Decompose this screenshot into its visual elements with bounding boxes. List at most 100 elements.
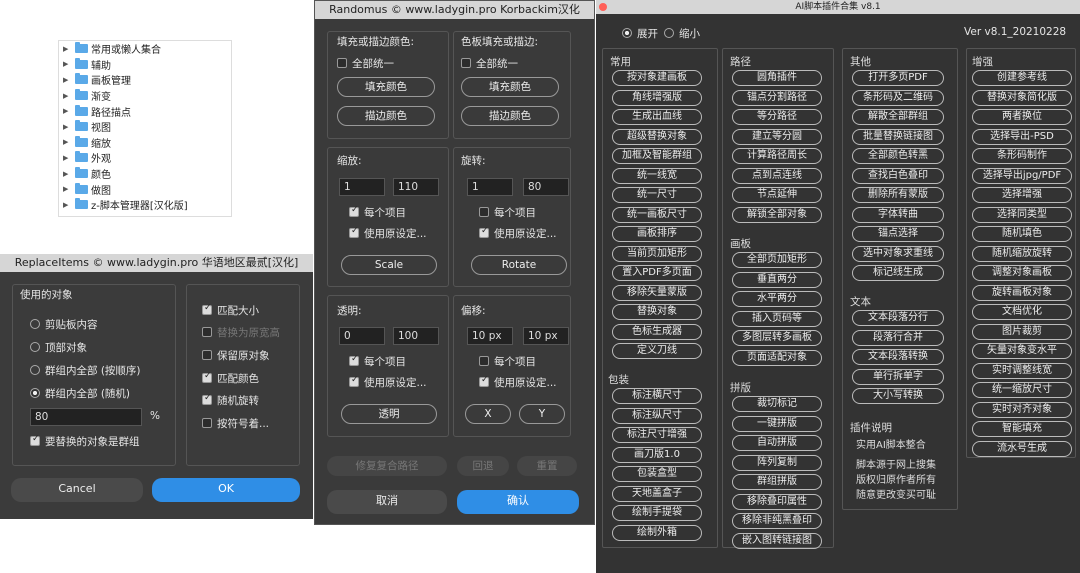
script-button[interactable]: 画刀版1.0 <box>612 446 702 463</box>
script-button[interactable]: 移除非纯黑叠印 <box>732 513 822 529</box>
offset-y-button[interactable]: Y <box>519 404 565 424</box>
script-button[interactable]: 多图层转多画板 <box>732 330 822 346</box>
scale-max-input[interactable]: 110 <box>393 178 439 196</box>
check-random-rotate[interactable]: 随机旋转 <box>202 393 259 408</box>
script-button[interactable]: 调整对象画板 <box>972 265 1072 281</box>
script-button[interactable]: 文本段落转换 <box>852 349 944 365</box>
swatch-stroke-button[interactable]: 描边颜色 <box>461 106 559 126</box>
tree-item[interactable]: ▶ 做图 <box>59 181 231 197</box>
expand-arrow-icon[interactable]: ▶ <box>63 201 73 209</box>
script-button[interactable]: 阵列复制 <box>732 454 822 471</box>
script-button[interactable]: 标注纵尺寸 <box>612 407 702 424</box>
radio-shrink[interactable]: 缩小 <box>664 26 700 41</box>
offset-x-input[interactable]: 10 px <box>467 327 513 345</box>
opacity-max-input[interactable]: 100 <box>393 327 439 345</box>
script-button[interactable]: 实时对齐对象 <box>972 401 1072 418</box>
script-button[interactable]: 统一缩放尺寸 <box>972 382 1072 398</box>
expand-arrow-icon[interactable]: ▶ <box>63 76 73 84</box>
expand-arrow-icon[interactable]: ▶ <box>63 123 73 131</box>
script-button[interactable]: 裁切标记 <box>732 396 822 412</box>
offset-each-checkbox[interactable]: 每个项目 <box>479 354 536 369</box>
swatch-unify-checkbox[interactable]: 全部统一 <box>461 56 518 71</box>
opacity-each-checkbox[interactable]: 每个项目 <box>349 354 406 369</box>
script-button[interactable]: 打开多页PDF <box>852 70 944 86</box>
script-button[interactable]: 角线增强版 <box>612 89 702 106</box>
script-button[interactable]: 选择同类型 <box>972 206 1072 223</box>
expand-arrow-icon[interactable]: ▶ <box>63 154 73 162</box>
rotate-each-checkbox[interactable]: 每个项目 <box>479 205 536 220</box>
tree-item[interactable]: ▶ 外观 <box>59 150 231 166</box>
script-button[interactable]: 替换对象简化版 <box>972 89 1072 106</box>
rotate-min-input[interactable]: 1 <box>467 178 513 196</box>
script-button[interactable]: 替换对象 <box>612 304 702 320</box>
script-button[interactable]: 智能填充 <box>972 421 1072 437</box>
script-button[interactable]: 实时调整线宽 <box>972 362 1072 379</box>
script-button[interactable]: 随机缩放旋转 <box>972 245 1072 262</box>
check-replace-orig-size[interactable]: 替换为原宽高 <box>202 325 280 340</box>
radio-expand[interactable]: 展开 <box>622 26 658 41</box>
offset-orig-checkbox[interactable]: 使用原设定... <box>479 375 557 390</box>
fill-stroke-unify-checkbox[interactable]: 全部统一 <box>337 56 394 71</box>
script-button[interactable]: 锚点分割路径 <box>732 89 822 106</box>
rotate-orig-checkbox[interactable]: 使用原设定... <box>479 226 557 241</box>
opacity-button[interactable]: 透明 <box>341 404 437 424</box>
tree-item[interactable]: ▶ 缩放 <box>59 135 231 151</box>
script-button[interactable]: 置入PDF多页面 <box>612 265 702 281</box>
radio-top-object[interactable]: 顶部对象 <box>30 340 87 355</box>
group-replace-checkbox[interactable]: 要替换的对象是群组 <box>30 434 140 449</box>
script-button[interactable]: 按对象建画板 <box>612 70 702 86</box>
expand-arrow-icon[interactable]: ▶ <box>63 45 73 53</box>
check-match-color[interactable]: 匹配颜色 <box>202 371 259 386</box>
script-button[interactable]: 等分路径 <box>732 109 822 125</box>
opacity-orig-checkbox[interactable]: 使用原设定... <box>349 375 427 390</box>
script-button[interactable]: 色标生成器 <box>612 323 702 340</box>
stroke-color-button[interactable]: 描边颜色 <box>337 106 435 126</box>
script-button[interactable]: 文档优化 <box>972 304 1072 320</box>
reset-button[interactable]: 重置 <box>517 456 577 476</box>
expand-arrow-icon[interactable]: ▶ <box>63 170 73 178</box>
check-match-size[interactable]: 匹配大小 <box>202 303 259 318</box>
script-button[interactable]: 选择增强 <box>972 187 1072 203</box>
ok-button[interactable]: OK <box>152 478 300 502</box>
script-button[interactable]: 定义刀线 <box>612 343 702 359</box>
script-button[interactable]: 标记线生成 <box>852 265 944 281</box>
script-button[interactable]: 选择导出-PSD <box>972 128 1072 145</box>
script-button[interactable]: 文本段落分行 <box>852 310 944 326</box>
script-button[interactable]: 两者换位 <box>972 109 1072 125</box>
tree-item[interactable]: ▶ 视图 <box>59 119 231 135</box>
tree-item[interactable]: ▶ 颜色 <box>59 166 231 182</box>
expand-arrow-icon[interactable]: ▶ <box>63 60 73 68</box>
offset-x-button[interactable]: X <box>465 404 511 424</box>
script-button[interactable]: 垂直两分 <box>732 271 822 288</box>
script-button[interactable]: 大小写转换 <box>852 388 944 404</box>
script-button[interactable]: 群组拼版 <box>732 474 822 490</box>
script-button[interactable]: 插入页码等 <box>732 310 822 327</box>
expand-arrow-icon[interactable]: ▶ <box>63 185 73 193</box>
script-button[interactable]: 锚点选择 <box>852 226 944 242</box>
script-button[interactable]: 标注尺寸增强 <box>612 427 702 443</box>
script-button[interactable]: 点到点连线 <box>732 167 822 184</box>
tree-item[interactable]: ▶ 渐变 <box>59 88 231 104</box>
script-button[interactable]: 选择导出jpg/PDF <box>972 167 1072 184</box>
script-button[interactable]: 计算路径周长 <box>732 148 822 164</box>
script-button[interactable]: 绘制手提袋 <box>612 505 702 521</box>
script-button[interactable]: 流水号生成 <box>972 440 1072 457</box>
cancel-button[interactable]: Cancel <box>11 478 143 502</box>
scale-min-input[interactable]: 1 <box>339 178 385 196</box>
expand-arrow-icon[interactable]: ▶ <box>63 92 73 100</box>
script-button[interactable]: 标注横尺寸 <box>612 388 702 404</box>
script-button[interactable]: 全部页加矩形 <box>732 252 822 268</box>
opacity-min-input[interactable]: 0 <box>339 327 385 345</box>
script-button[interactable]: 加框及智能群组 <box>612 148 702 164</box>
expand-arrow-icon[interactable]: ▶ <box>63 107 73 115</box>
tree-item[interactable]: ▶ z-脚本管理器[汉化版] <box>59 197 231 213</box>
expand-arrow-icon[interactable]: ▶ <box>63 138 73 146</box>
script-button[interactable]: 字体转曲 <box>852 206 944 223</box>
script-button[interactable]: 当前页加矩形 <box>612 245 702 262</box>
script-button[interactable]: 统一尺寸 <box>612 187 702 203</box>
script-button[interactable]: 水平两分 <box>732 291 822 307</box>
swatch-fill-button[interactable]: 填充颜色 <box>461 77 559 97</box>
script-button[interactable]: 自动拼版 <box>732 435 822 451</box>
script-button[interactable]: 查找白色叠印 <box>852 167 944 184</box>
script-button[interactable]: 节点延伸 <box>732 187 822 203</box>
